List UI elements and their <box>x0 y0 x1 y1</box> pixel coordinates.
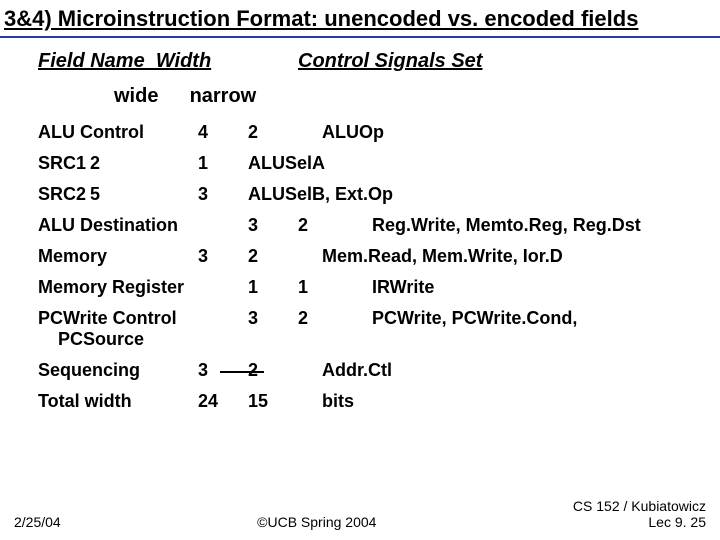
footer-course-line1: CS 152 / Kubiatowicz <box>573 498 706 514</box>
footer: 2/25/04 ©UCB Spring 2004 CS 152 / Kubiat… <box>0 498 720 530</box>
row-total: Total width 24 15 bits <box>38 391 682 412</box>
pcwrite-line2: PCSource <box>38 329 248 350</box>
width-narrow: 3 <box>198 184 248 205</box>
width-narrow: 2 <box>298 215 372 236</box>
width-wide: 4 <box>198 122 248 143</box>
footer-date: 2/25/04 <box>14 514 61 530</box>
signals: ALUSelA <box>248 153 682 174</box>
field-name: SRC12 <box>38 153 198 174</box>
row-alu-control: ALU Control 4 2 ALUOp <box>38 122 682 143</box>
hdr-fieldname-width: Field Name Width <box>38 50 298 73</box>
width-narrow: 2 <box>298 308 372 329</box>
field-name: PCWrite Control PCSource <box>38 308 248 350</box>
row-alu-dest: ALU Destination 3 2 Reg.Write, Memto.Reg… <box>38 215 682 236</box>
pcwrite-line1: PCWrite Control <box>38 308 248 329</box>
width-narrow: 15 <box>248 391 322 412</box>
width-narrow: 2 <box>248 360 322 381</box>
field-name: ALU Control <box>38 122 198 143</box>
field-name: ALU Destination <box>38 215 248 236</box>
src1-wide: 2 <box>90 153 122 174</box>
signals: ALUSelB, Ext.Op <box>248 184 682 205</box>
width-wide: 3 <box>248 215 298 236</box>
row-mem-register: Memory Register 1 1 IRWrite <box>38 277 682 298</box>
footer-course-line2: Lec 9. 25 <box>573 514 706 530</box>
width-wide: 24 <box>198 391 248 412</box>
sub-narrow: narrow <box>190 85 257 108</box>
field-name: Memory <box>38 246 198 267</box>
signals: IRWrite <box>372 277 682 298</box>
width-wide: 3 <box>248 308 298 329</box>
signals: Addr.Ctl <box>322 360 682 381</box>
field-name: Memory Register <box>38 277 248 298</box>
signals: ALUOp <box>322 122 682 143</box>
row-src1: SRC12 1 ALUSelA <box>38 153 682 174</box>
width-wide: 3 <box>198 246 248 267</box>
width-narrow: 2 <box>248 246 322 267</box>
row-sequencing: Sequencing 3 2 Addr.Ctl <box>38 360 682 381</box>
field-name: SRC25 <box>38 184 198 205</box>
strikethrough-value: 2 <box>248 360 258 381</box>
table-header: Field Name Width Control Signals Set <box>38 50 682 73</box>
signals: bits <box>322 391 682 412</box>
width-narrow: 2 <box>248 122 322 143</box>
footer-copyright: ©UCB Spring 2004 <box>61 514 573 530</box>
width-narrow: 1 <box>198 153 248 174</box>
field-name: Sequencing <box>38 360 198 381</box>
slide-title: 3&4) Microinstruction Format: unencoded … <box>0 0 720 38</box>
subheader: wide narrow <box>38 73 682 112</box>
src2-wide: 5 <box>90 184 122 205</box>
row-src2: SRC25 3 ALUSelB, Ext.Op <box>38 184 682 205</box>
footer-course: CS 152 / Kubiatowicz Lec 9. 25 <box>573 498 706 530</box>
row-pcwrite: PCWrite Control PCSource 3 2 PCWrite, PC… <box>38 308 682 350</box>
hdr-control-signals: Control Signals Set <box>298 50 682 73</box>
sub-wide: wide <box>114 85 184 108</box>
row-memory: Memory 3 2 Mem.Read, Mem.Write, Ior.D <box>38 246 682 267</box>
src1-label: SRC1 <box>38 153 86 173</box>
signals: Mem.Read, Mem.Write, Ior.D <box>322 246 682 267</box>
src2-label: SRC2 <box>38 184 86 204</box>
field-name: Total width <box>38 391 198 412</box>
width-wide: 1 <box>248 277 298 298</box>
signals: PCWrite, PCWrite.Cond, <box>372 308 682 329</box>
slide-body: Field Name Width Control Signals Set wid… <box>0 38 720 412</box>
width-narrow: 1 <box>298 277 372 298</box>
signals: Reg.Write, Memto.Reg, Reg.Dst <box>372 215 682 236</box>
